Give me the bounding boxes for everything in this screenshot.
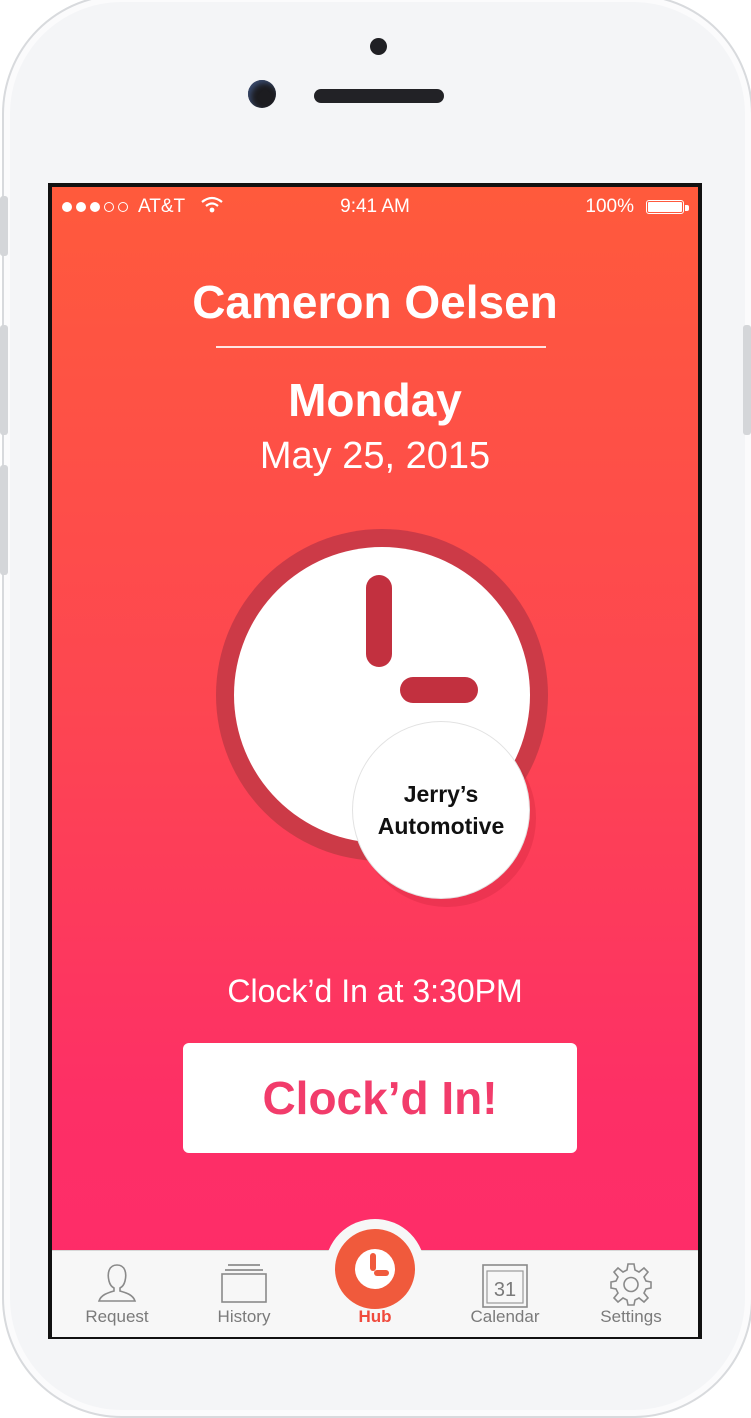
calendar-badge: 31	[494, 1279, 516, 1301]
proximity-sensor	[370, 38, 387, 55]
tab-settings-label: Settings	[600, 1307, 662, 1326]
tab-history-label: History	[217, 1307, 271, 1326]
tab-hub-label: Hub	[358, 1307, 392, 1326]
battery-icon	[646, 200, 684, 214]
location-badge[interactable]: Jerry’s Automotive	[352, 721, 530, 899]
location-name-line2: Automotive	[377, 813, 505, 839]
front-camera	[248, 80, 276, 108]
day-of-week: Monday	[288, 374, 462, 426]
mute-switch	[0, 196, 8, 256]
history-icon	[221, 1264, 267, 1303]
tab-hub-label-wrap: Hub	[320, 1257, 430, 1335]
divider	[216, 346, 546, 348]
screen: AT&T 9:41 AM 100% Cameron Oelsen Monday …	[48, 183, 702, 1339]
gear-icon	[610, 1263, 652, 1306]
tab-history[interactable]: History	[189, 1257, 299, 1335]
app-background: AT&T 9:41 AM 100% Cameron Oelsen Monday …	[52, 187, 698, 1337]
tab-bar: Request History Hub 31 Calendar Settings	[52, 1219, 698, 1337]
calendar-icon: 31	[482, 1264, 528, 1308]
clock-in-status: Clock’d In at 3:30PM	[227, 973, 523, 1009]
tab-settings[interactable]: Settings	[576, 1257, 686, 1335]
tab-calendar[interactable]: 31 Calendar	[450, 1257, 560, 1335]
location-name-line1: Jerry’s	[403, 781, 479, 807]
battery-tip	[685, 205, 689, 211]
user-name: Cameron Oelsen	[192, 276, 558, 328]
tab-request[interactable]: Request	[62, 1257, 172, 1335]
earpiece-speaker	[314, 89, 444, 103]
clock-in-button[interactable]: Clock’d In!	[183, 1043, 577, 1153]
tab-request-label: Request	[85, 1307, 149, 1326]
volume-down-button	[0, 465, 8, 575]
person-icon	[97, 1264, 137, 1302]
date: May 25, 2015	[259, 435, 491, 477]
tab-calendar-label: Calendar	[470, 1307, 540, 1326]
power-button	[743, 325, 751, 435]
battery-percent: 100%	[585, 196, 634, 217]
status-bar: AT&T 9:41 AM 100%	[52, 187, 698, 227]
volume-up-button	[0, 325, 8, 435]
